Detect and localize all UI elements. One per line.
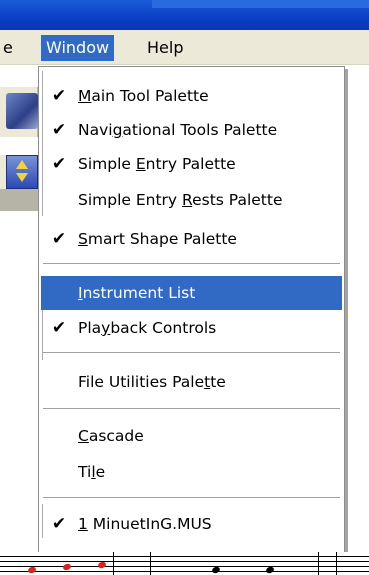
- toolbar-button-scroll[interactable]: [0, 155, 38, 211]
- check-icon: ✔: [51, 120, 67, 140]
- menu-bar: e Window Help: [0, 30, 369, 65]
- music-note: [97, 560, 107, 570]
- menu-item-file-utilities-palette[interactable]: File Utilities Palette: [41, 365, 342, 399]
- music-note: [265, 565, 275, 575]
- menu-separator: [43, 497, 340, 499]
- menu-item-cascade[interactable]: Cascade: [41, 419, 342, 453]
- toolbar-button-main[interactable]: [0, 87, 38, 137]
- music-staff-fragment: [0, 552, 369, 575]
- music-note: [62, 562, 72, 572]
- window-menu-dropdown: ✔ Main Tool Palette ✔ Navigational Tools…: [38, 66, 345, 557]
- menu-item-main-tool-palette[interactable]: ✔ Main Tool Palette: [41, 79, 342, 113]
- menu-item-simple-entry-palette[interactable]: ✔ Simple Entry Palette: [41, 147, 342, 181]
- menu-item-simple-entry-rests-palette[interactable]: Simple Entry Rests Palette: [41, 183, 342, 217]
- menu-separator: [43, 408, 340, 410]
- menu-item-navigational-tools-palette[interactable]: ✔ Navigational Tools Palette: [41, 113, 342, 147]
- music-note: [211, 565, 221, 575]
- menu-separator: [43, 352, 340, 354]
- music-note: [27, 565, 37, 575]
- main-tool-icon: [6, 93, 38, 129]
- menu-item-tile[interactable]: Tile: [41, 455, 342, 489]
- menu-item-recent-file-1[interactable]: ✔ 1 MinuetInG.MUS: [41, 507, 342, 541]
- menu-help[interactable]: Help: [142, 35, 188, 61]
- check-icon: ✔: [51, 514, 67, 534]
- check-icon: ✔: [51, 229, 67, 249]
- menu-item-instrument-list[interactable]: Instrument List: [41, 276, 342, 310]
- menu-window[interactable]: Window: [41, 35, 115, 61]
- check-icon: ✔: [51, 318, 67, 338]
- title-bar: [0, 0, 369, 30]
- up-down-arrows-icon: [6, 155, 38, 189]
- menu-item-playback-controls[interactable]: ✔ Playback Controls: [41, 311, 342, 345]
- check-icon: ✔: [51, 86, 67, 106]
- menu-separator: [43, 263, 340, 265]
- menu-item-smart-shape-palette[interactable]: ✔ Smart Shape Palette: [41, 222, 342, 256]
- app-left-strip: [0, 65, 38, 570]
- menu-file-partial[interactable]: e: [0, 35, 18, 61]
- check-icon: ✔: [51, 154, 67, 174]
